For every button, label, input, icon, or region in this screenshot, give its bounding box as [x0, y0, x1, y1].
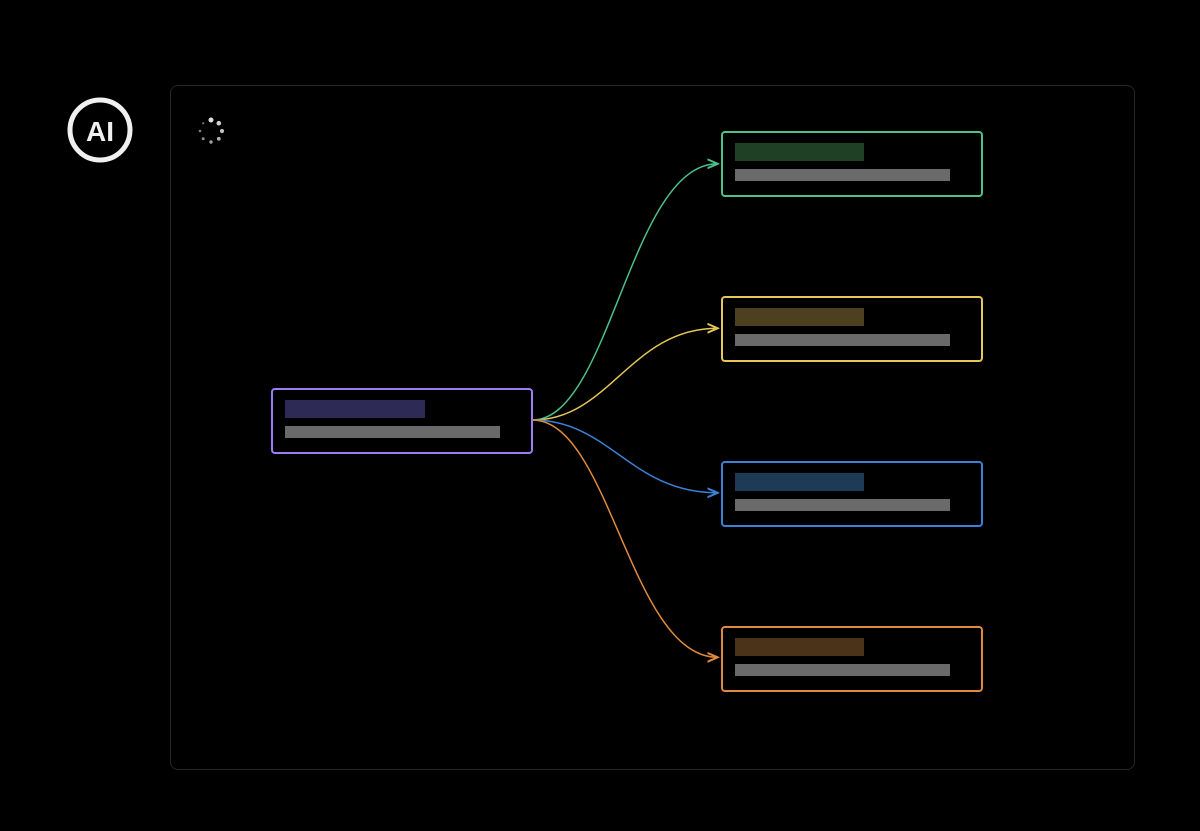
target-node-text	[735, 664, 950, 676]
diagram-panel	[170, 85, 1135, 770]
target-node-yellow	[721, 296, 983, 362]
target-node-title	[735, 638, 864, 656]
loading-spinner-icon	[196, 116, 226, 146]
target-node-title	[735, 308, 864, 326]
svg-text:AI: AI	[86, 116, 114, 147]
source-node-text	[285, 426, 500, 438]
target-node-text	[735, 499, 950, 511]
ai-logo-icon: AI	[65, 95, 135, 165]
target-node-title	[735, 143, 864, 161]
target-node-text	[735, 169, 950, 181]
source-node-title	[285, 400, 425, 418]
target-node-green	[721, 131, 983, 197]
target-node-orange	[721, 626, 983, 692]
target-node-title	[735, 473, 864, 491]
target-node-text	[735, 334, 950, 346]
source-node	[271, 388, 533, 454]
target-node-blue	[721, 461, 983, 527]
